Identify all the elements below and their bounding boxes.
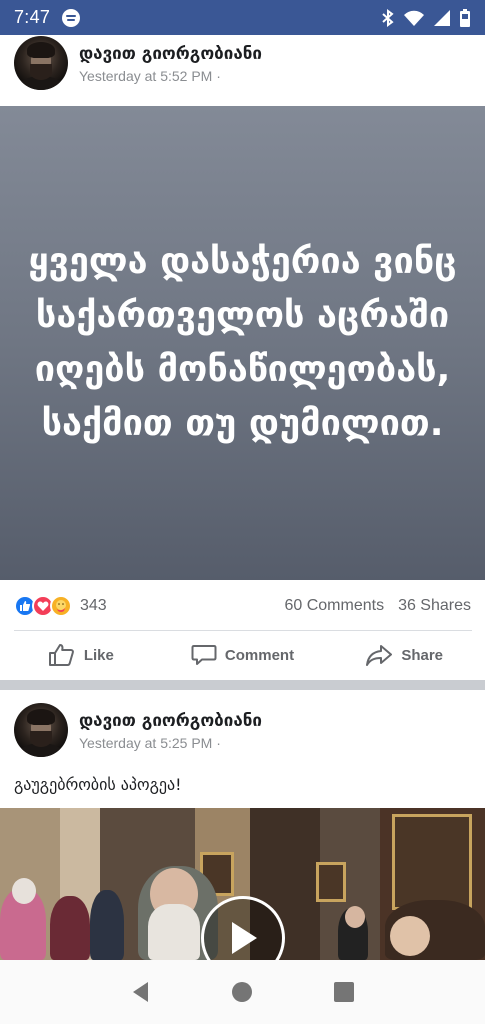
battery-icon xyxy=(460,8,470,27)
share-label: Share xyxy=(401,646,444,664)
like-label: Like xyxy=(83,646,114,664)
avatar[interactable] xyxy=(14,703,68,757)
reaction-count: 343 xyxy=(80,597,107,614)
share-icon xyxy=(366,645,393,666)
post-timestamp[interactable]: Yesterday at 5:25 PM · xyxy=(79,735,221,751)
text-post-background[interactable]: ყველა დასაჭერია ვინც საქართველოს აცრაში … xyxy=(0,106,485,580)
comment-icon xyxy=(191,645,217,665)
like-icon xyxy=(48,644,74,666)
divider xyxy=(14,630,472,631)
home-icon[interactable] xyxy=(231,981,253,1003)
post-caption: გაუგებრობის აპოგეა! xyxy=(14,775,182,794)
reactions-summary[interactable]: 343 60 Comments 36 Shares xyxy=(0,588,485,624)
avatar[interactable] xyxy=(14,36,68,90)
wifi-icon xyxy=(404,10,424,26)
like-button[interactable]: Like xyxy=(0,643,162,667)
post-text: ყველა დასაჭერია ვინც საქართველოს აცრაში … xyxy=(28,241,457,444)
comments-count[interactable]: 60 Comments xyxy=(284,597,384,615)
care-reaction-icon xyxy=(50,595,72,617)
post-header: დავით გიორგობიანი Yesterday at 5:52 PM · xyxy=(0,35,485,107)
comment-label: Comment xyxy=(224,646,295,664)
system-navigation-bar xyxy=(0,960,485,1024)
post-actions: Like Comment Share xyxy=(0,632,485,678)
status-bar: 7:47 xyxy=(0,0,485,35)
post-timestamp[interactable]: Yesterday at 5:52 PM · xyxy=(79,68,221,84)
comment-button[interactable]: Comment xyxy=(162,643,324,667)
author-name[interactable]: დავით გიორგობიანი xyxy=(79,44,262,64)
spotify-icon xyxy=(62,8,81,27)
post-header: დავით გიორგობიანი Yesterday at 5:25 PM · xyxy=(0,698,485,770)
status-time: 7:47 xyxy=(14,7,51,27)
status-icons xyxy=(381,8,471,28)
play-icon xyxy=(232,922,257,954)
recents-icon[interactable] xyxy=(333,981,355,1003)
reaction-icons xyxy=(14,595,72,617)
share-button[interactable]: Share xyxy=(323,643,485,667)
author-name[interactable]: დავით გიორგობიანი xyxy=(79,711,262,731)
back-icon[interactable] xyxy=(130,980,152,1004)
shares-count[interactable]: 36 Shares xyxy=(398,597,471,615)
bluetooth-icon xyxy=(382,8,394,27)
signal-icon xyxy=(434,9,450,26)
feed-separator xyxy=(0,680,485,690)
